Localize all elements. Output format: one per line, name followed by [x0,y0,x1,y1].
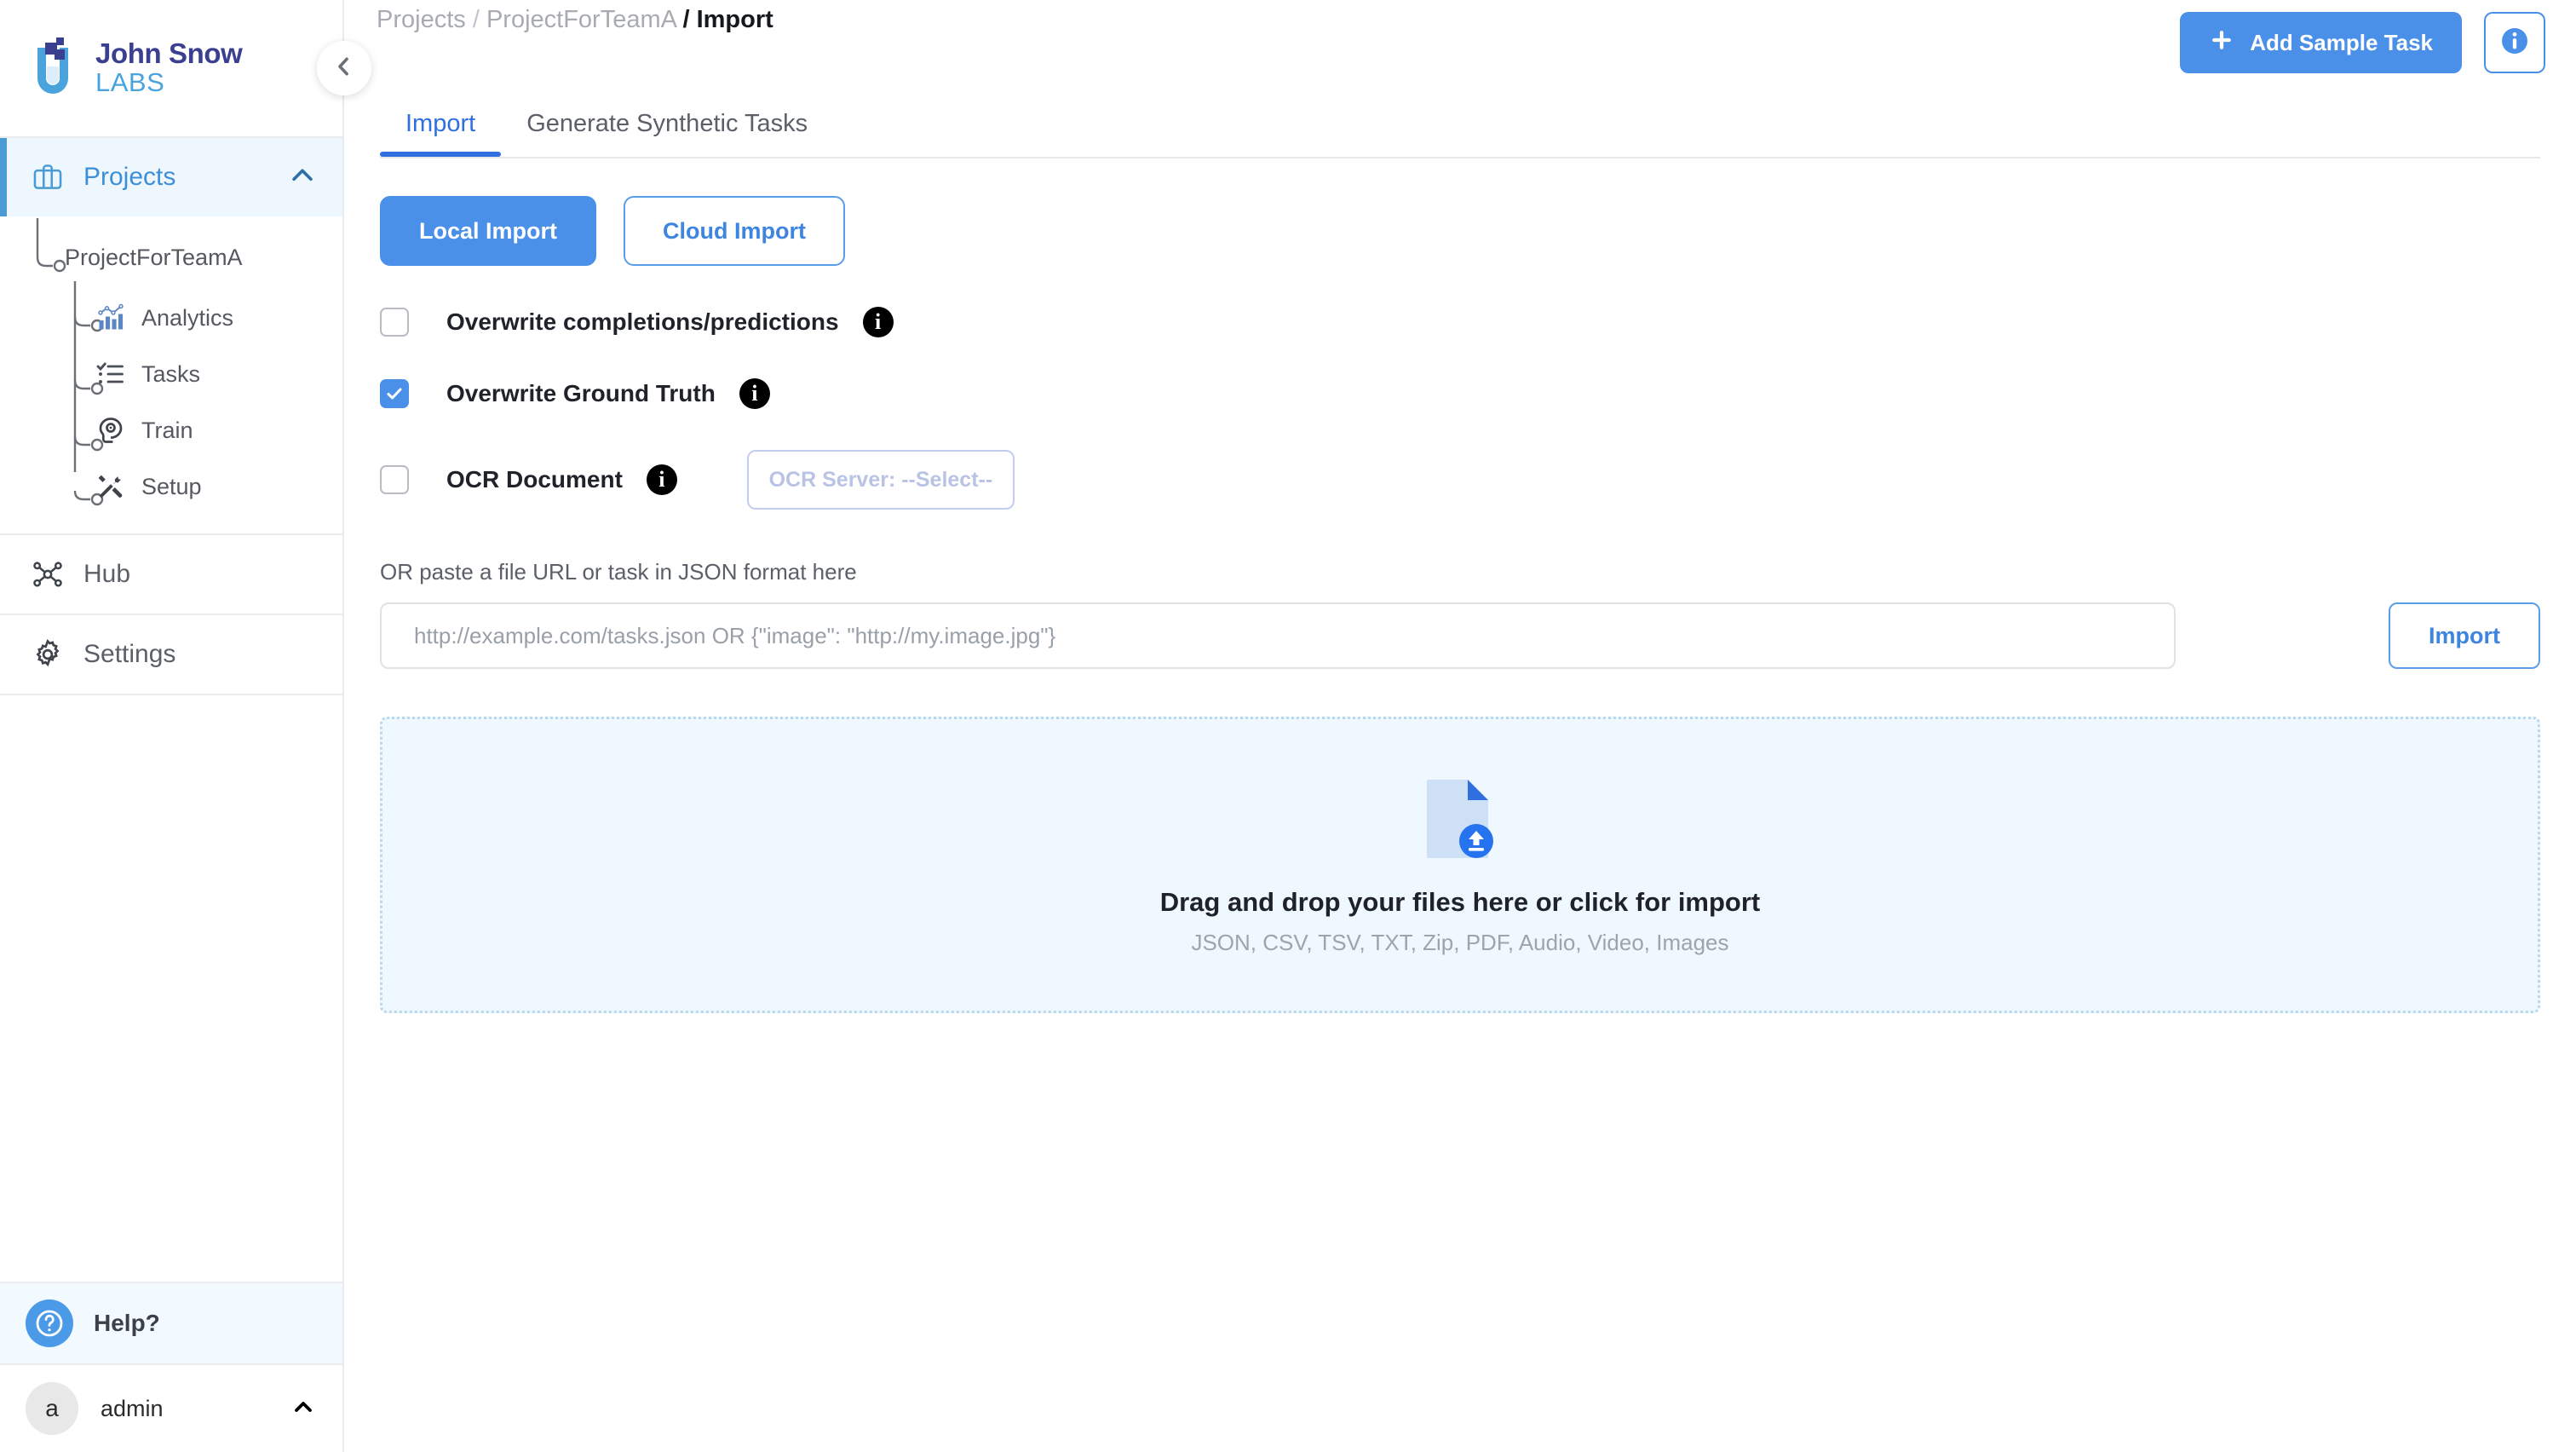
tab-bar: Import Generate Synthetic Tasks [344,85,2576,157]
brand-subtitle: LABS [95,67,165,98]
option-overwrite-completions: Overwrite completions/predictions i [380,307,2540,337]
sidebar-item-analytics[interactable]: Analytics [0,290,342,346]
info-button[interactable] [2484,12,2545,73]
question-circle-icon [26,1299,73,1347]
overwrite-completions-checkbox[interactable] [380,308,409,337]
sidebar-item-label: Analytics [141,304,234,331]
analytics-chart-icon [94,301,128,335]
info-circle-icon [2498,24,2532,62]
hub-network-icon [31,557,65,591]
breadcrumb-current: Import [696,6,773,33]
breadcrumb-separator-2: / [682,6,690,33]
user-menu[interactable]: a admin [0,1363,342,1452]
tab-bar-rule [380,157,2540,158]
header-actions: Add Sample Task [2180,12,2545,73]
local-import-label: Local Import [419,217,558,244]
ocr-document-checkbox[interactable] [380,465,409,494]
sidebar-item-tasks[interactable]: Tasks [0,346,342,402]
user-name: admin [101,1395,164,1421]
chevron-up-icon[interactable] [290,1393,317,1425]
task-list-icon [94,357,128,391]
breadcrumb-root[interactable]: Projects [377,6,466,33]
sidebar-item-label: Setup [141,473,202,499]
tab-label: Generate Synthetic Tasks [526,110,808,137]
add-sample-task-button[interactable]: Add Sample Task [2180,12,2462,73]
breadcrumb-project[interactable]: ProjectForTeamA [486,6,676,33]
sidebar-item-hub[interactable]: Hub [0,535,342,614]
chevron-up-icon[interactable] [288,161,317,194]
import-source-toggle: Local Import Cloud Import [380,196,2540,266]
sidebar-item-projects[interactable]: Projects [0,138,342,216]
tab-generate-synthetic-tasks[interactable]: Generate Synthetic Tasks [501,110,833,157]
url-import-button[interactable]: Import [2389,602,2540,669]
option-label: Overwrite Ground Truth [446,380,716,406]
url-import-label: Import [2429,622,2500,648]
local-import-button[interactable]: Local Import [380,196,597,266]
sidebar-collapse-button[interactable] [317,41,371,95]
gear-icon [31,637,65,671]
avatar: a [26,1382,78,1435]
sidebar-item-label: Tasks [141,360,201,387]
file-dropzone[interactable]: Drag and drop your files here or click f… [380,717,2540,1013]
info-filled-icon[interactable]: i [862,307,894,337]
url-import-row: Import [380,602,2540,669]
tree-item-project[interactable]: ProjectForTeamA [0,225,342,290]
help-label: Help? [94,1310,160,1336]
option-overwrite-ground-truth: Overwrite Ground Truth i [380,378,2540,409]
sidebar-item-settings[interactable]: Settings [0,615,342,694]
help-button[interactable]: Help? [0,1282,342,1363]
sidebar-item-train[interactable]: Train [0,402,342,458]
breadcrumb-separator: / [472,6,480,33]
john-snow-labs-logo [31,36,78,101]
option-label: OCR Document [446,466,623,493]
add-sample-task-label: Add Sample Task [2250,29,2433,55]
plus-icon [2209,27,2234,59]
topbar: Projects / ProjectForTeamA / Import Add … [344,0,2576,85]
sidebar-item-label: Projects [83,163,176,191]
url-section-label: OR paste a file URL or task in JSON form… [380,559,857,585]
option-label: Overwrite completions/predictions [446,308,839,335]
cloud-import-label: Cloud Import [663,217,806,244]
app-root: John Snow LABS Projects ProjectForTeamA … [0,0,2576,1452]
chevron-left-icon [331,54,357,84]
info-filled-icon[interactable]: i [739,378,770,409]
url-input[interactable] [380,602,2176,669]
tools-wrench-icon [94,470,128,504]
project-tree: ProjectForTeamA Analytics Tasks Train Se… [0,216,342,533]
overwrite-ground-truth-checkbox[interactable] [380,379,409,408]
info-filled-icon[interactable]: i [646,464,677,495]
file-upload-icon [1422,775,1498,863]
sidebar: John Snow LABS Projects ProjectForTeamA … [0,0,344,1452]
sidebar-item-label: Train [141,417,193,443]
main-content: Projects / ProjectForTeamA / Import Add … [344,0,2576,1452]
brand[interactable]: John Snow LABS [0,0,342,136]
option-ocr-document: OCR Document i OCR Server: --Select-- [380,450,2540,510]
ocr-server-select[interactable]: OCR Server: --Select-- [746,450,1015,510]
tab-import[interactable]: Import [380,110,502,157]
tree-project-label: ProjectForTeamA [65,244,243,270]
sidebar-item-label: Settings [83,640,176,668]
breadcrumb: Projects / ProjectForTeamA / Import [377,6,773,34]
import-panel: Local Import Cloud Import Overwrite comp… [344,196,2576,1013]
cloud-import-button[interactable]: Cloud Import [624,196,845,266]
briefcase-icon [31,160,65,194]
sidebar-item-label: Hub [83,560,131,588]
train-head-icon [94,413,128,447]
tab-label: Import [405,110,476,137]
brand-title: John Snow [95,37,243,70]
ocr-server-value: OCR Server: --Select-- [768,467,993,492]
sidebar-item-setup[interactable]: Setup [0,458,342,515]
dropzone-subtitle: JSON, CSV, TSV, TXT, Zip, PDF, Audio, Vi… [1191,929,1729,955]
dropzone-title: Drag and drop your files here or click f… [1159,886,1761,917]
